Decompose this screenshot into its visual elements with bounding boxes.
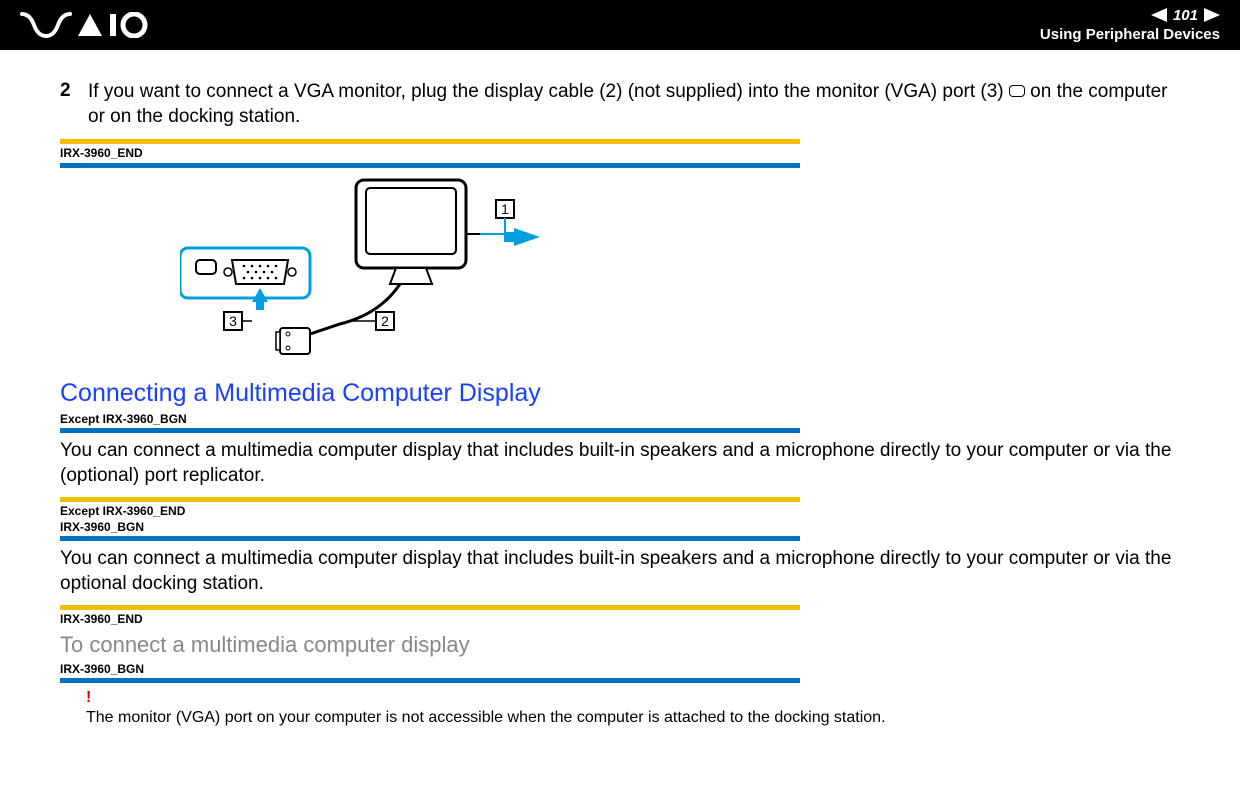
divider-blue [60, 428, 800, 433]
page-number: 101 [1173, 6, 1198, 26]
tag-block-3: Except IRX-3960_END IRX-3960_BGN [60, 497, 1180, 542]
svg-text:3: 3 [229, 313, 237, 329]
warning-icon: ! [86, 689, 1180, 707]
tag-block-5: IRX-3960_BGN [60, 662, 1180, 683]
step-number: 2 [60, 80, 74, 129]
vaio-logo [20, 12, 150, 38]
next-page-icon[interactable] [1204, 8, 1220, 22]
step-body: If you want to connect a VGA monitor, pl… [88, 80, 1180, 129]
vga-port-icon [1009, 85, 1025, 97]
tag-irx-end: IRX-3960_END [60, 146, 1180, 160]
page-nav: 101 [1040, 6, 1220, 26]
para-2: You can connect a multimedia computer di… [60, 547, 1180, 596]
vga-connection-diagram: 3 1 2 [180, 174, 1180, 369]
para-1: You can connect a multimedia computer di… [60, 439, 1180, 488]
page-content: 2 If you want to connect a VGA monitor, … [0, 50, 1240, 737]
tag-except-bgn: Except IRX-3960_BGN [60, 412, 1180, 426]
step-2: 2 If you want to connect a VGA monitor, … [60, 80, 1180, 129]
tag-block-2: Except IRX-3960_BGN [60, 412, 1180, 433]
prev-page-icon[interactable] [1151, 8, 1167, 22]
svg-text:1: 1 [501, 201, 509, 217]
tag-except-end: Except IRX-3960_END [60, 504, 1180, 518]
header-right: 101 Using Peripheral Devices [1040, 6, 1220, 45]
step-text-before: If you want to connect a VGA monitor, pl… [88, 81, 1009, 102]
tag-block-4: IRX-3960_END [60, 605, 1180, 626]
divider-yellow [60, 605, 800, 610]
tag-block-1: IRX-3960_END [60, 139, 1180, 167]
svg-text:2: 2 [381, 313, 389, 329]
page-header: 101 Using Peripheral Devices [0, 0, 1240, 50]
divider-yellow [60, 497, 800, 502]
tag-irx-bgn-2: IRX-3960_BGN [60, 662, 1180, 676]
note-block: ! The monitor (VGA) port on your compute… [86, 689, 1180, 727]
sub-title: To connect a multimedia computer display [60, 632, 1180, 658]
divider-blue [60, 678, 800, 683]
tag-irx-end-2: IRX-3960_END [60, 612, 1180, 626]
section-title: Connecting a Multimedia Computer Display [60, 379, 1180, 408]
header-section-title: Using Peripheral Devices [1040, 25, 1220, 45]
divider-blue [60, 536, 800, 541]
note-text: The monitor (VGA) port on your computer … [86, 709, 1180, 727]
divider-yellow [60, 139, 800, 144]
divider-blue [60, 163, 800, 168]
tag-irx-bgn: IRX-3960_BGN [60, 520, 1180, 534]
